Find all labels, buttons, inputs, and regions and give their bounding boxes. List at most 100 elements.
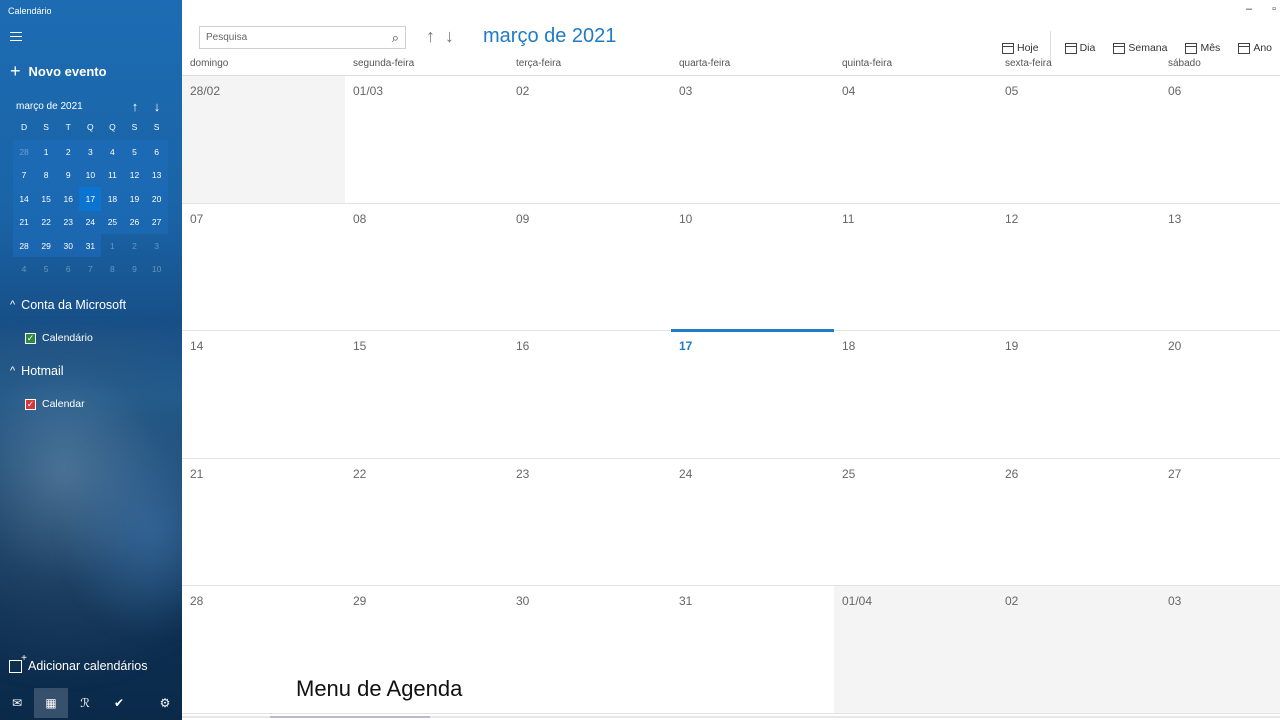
mail-icon[interactable]: ✉ xyxy=(0,688,34,718)
day-cell[interactable]: 11 xyxy=(834,204,997,331)
mini-day[interactable]: 26 xyxy=(123,210,146,234)
mini-day[interactable]: 2 xyxy=(57,140,80,164)
mini-day[interactable]: 4 xyxy=(13,257,35,280)
mini-day[interactable]: 5 xyxy=(35,257,57,280)
mini-day[interactable]: 4 xyxy=(101,140,124,164)
year-view-button[interactable]: Ano xyxy=(1238,42,1272,54)
calendar-icon[interactable]: ▦ xyxy=(34,687,68,718)
day-cell[interactable]: 04 xyxy=(834,76,997,203)
mini-day[interactable]: 27 xyxy=(145,210,168,234)
checkbox-icon[interactable]: ✓ xyxy=(25,332,36,344)
mini-day[interactable]: 9 xyxy=(57,163,80,188)
mini-day[interactable]: 15 xyxy=(35,187,58,211)
day-cell[interactable]: 05 xyxy=(997,76,1160,203)
week-view-button[interactable]: Semana xyxy=(1113,42,1167,54)
day-cell[interactable]: 03 xyxy=(671,76,834,203)
add-calendars-button[interactable]: Adicionar calendários xyxy=(9,653,148,673)
day-cell[interactable]: 03 xyxy=(1160,586,1280,713)
mini-day[interactable]: 31 xyxy=(79,233,102,258)
month-view-button[interactable]: Mês xyxy=(1185,42,1220,54)
mini-day[interactable]: 25 xyxy=(101,210,124,234)
day-cell[interactable]: 06 xyxy=(1160,76,1280,203)
day-cell[interactable]: 20 xyxy=(1160,331,1280,458)
minimize-icon[interactable]: – xyxy=(1246,3,1252,15)
mini-day[interactable]: 28 xyxy=(13,233,36,258)
day-cell[interactable]: 14 xyxy=(182,331,345,458)
day-cell[interactable]: 17 xyxy=(671,329,834,458)
calendar-item-calendar[interactable]: ✓ Calendar xyxy=(25,398,85,410)
mini-day[interactable]: 17 xyxy=(79,187,102,211)
today-button[interactable]: Hoje xyxy=(1001,42,1039,54)
mini-day[interactable]: 6 xyxy=(145,140,168,164)
mini-day[interactable]: 24 xyxy=(79,210,102,234)
new-event-button[interactable]: + Novo evento xyxy=(10,62,107,80)
day-cell[interactable]: 09 xyxy=(508,204,671,331)
mini-day[interactable]: 6 xyxy=(57,257,79,280)
calendar-item-calendario[interactable]: ✓ Calendário xyxy=(25,332,93,344)
previous-month-icon[interactable]: ↑ xyxy=(426,26,435,47)
mini-day[interactable]: 11 xyxy=(101,163,124,188)
mini-day[interactable]: 12 xyxy=(123,163,146,188)
day-cell[interactable]: 12 xyxy=(997,204,1160,331)
day-cell[interactable]: 10 xyxy=(671,204,834,331)
mini-day[interactable]: 28 xyxy=(13,140,36,164)
mini-day[interactable]: 10 xyxy=(146,257,168,280)
restore-icon[interactable]: ▫ xyxy=(1272,3,1276,15)
mini-day[interactable]: 14 xyxy=(13,187,36,211)
hamburger-menu-icon[interactable] xyxy=(10,32,22,42)
mini-day[interactable]: 2 xyxy=(123,234,145,257)
group-microsoft-account[interactable]: ^ Conta da Microsoft xyxy=(10,298,126,312)
day-cell[interactable]: 16 xyxy=(508,331,671,458)
mini-day[interactable]: 7 xyxy=(13,163,36,188)
mini-day[interactable]: 18 xyxy=(101,187,124,211)
mini-day[interactable]: 10 xyxy=(79,163,102,188)
checkbox-icon[interactable]: ✓ xyxy=(25,398,36,410)
day-cell[interactable]: 21 xyxy=(182,459,345,586)
day-cell[interactable]: 26 xyxy=(997,459,1160,586)
mini-day[interactable]: 1 xyxy=(35,140,58,164)
mini-day[interactable]: 16 xyxy=(57,187,80,211)
mini-day[interactable]: 19 xyxy=(123,187,146,211)
mini-calendar-title[interactable]: março de 2021 xyxy=(16,101,124,112)
day-cell[interactable]: 27 xyxy=(1160,459,1280,586)
day-cell[interactable]: 22 xyxy=(345,459,508,586)
day-cell[interactable]: 13 xyxy=(1160,204,1280,331)
mini-day[interactable]: 22 xyxy=(35,210,58,234)
day-cell[interactable]: 31 xyxy=(671,586,834,713)
mini-day[interactable]: 21 xyxy=(13,210,36,234)
mini-day[interactable]: 3 xyxy=(79,140,102,164)
mini-day[interactable]: 5 xyxy=(123,140,146,164)
todo-icon[interactable]: ✔ xyxy=(102,688,136,718)
day-cell[interactable]: 28/02 xyxy=(182,76,345,203)
mini-next-month-icon[interactable]: ↓ xyxy=(146,99,168,114)
mini-day[interactable]: 30 xyxy=(57,233,80,258)
day-cell[interactable]: 25 xyxy=(834,459,997,586)
next-month-icon[interactable]: ↓ xyxy=(445,26,454,47)
month-title[interactable]: março de 2021 xyxy=(483,25,616,48)
settings-icon[interactable]: ⚙ xyxy=(148,688,182,718)
mini-day[interactable]: 1 xyxy=(101,234,123,257)
day-cell[interactable]: 15 xyxy=(345,331,508,458)
day-cell[interactable]: 08 xyxy=(345,204,508,331)
mini-day[interactable]: 13 xyxy=(145,163,168,188)
search-icon[interactable]: ⌕ xyxy=(392,30,399,46)
search-input[interactable] xyxy=(206,32,392,43)
day-cell[interactable]: 24 xyxy=(671,459,834,586)
day-cell[interactable]: 23 xyxy=(508,459,671,586)
day-cell[interactable]: 18 xyxy=(834,331,997,458)
mini-prev-month-icon[interactable]: ↑ xyxy=(124,99,146,114)
mini-day[interactable]: 9 xyxy=(123,257,145,280)
day-cell[interactable]: 01/04 xyxy=(834,586,997,713)
day-cell[interactable]: 19 xyxy=(997,331,1160,458)
day-cell[interactable]: 02 xyxy=(508,76,671,203)
day-cell[interactable]: 01/03 xyxy=(345,76,508,203)
mini-day[interactable]: 20 xyxy=(145,187,168,211)
people-icon[interactable]: ℛ xyxy=(68,688,102,718)
day-cell[interactable]: 30 xyxy=(508,586,671,713)
group-hotmail[interactable]: ^ Hotmail xyxy=(10,364,64,378)
day-view-button[interactable]: Dia xyxy=(1064,42,1095,54)
mini-day[interactable]: 23 xyxy=(57,210,80,234)
mini-day[interactable]: 7 xyxy=(79,257,101,280)
day-cell[interactable]: 02 xyxy=(997,586,1160,713)
mini-day[interactable]: 8 xyxy=(35,163,58,188)
